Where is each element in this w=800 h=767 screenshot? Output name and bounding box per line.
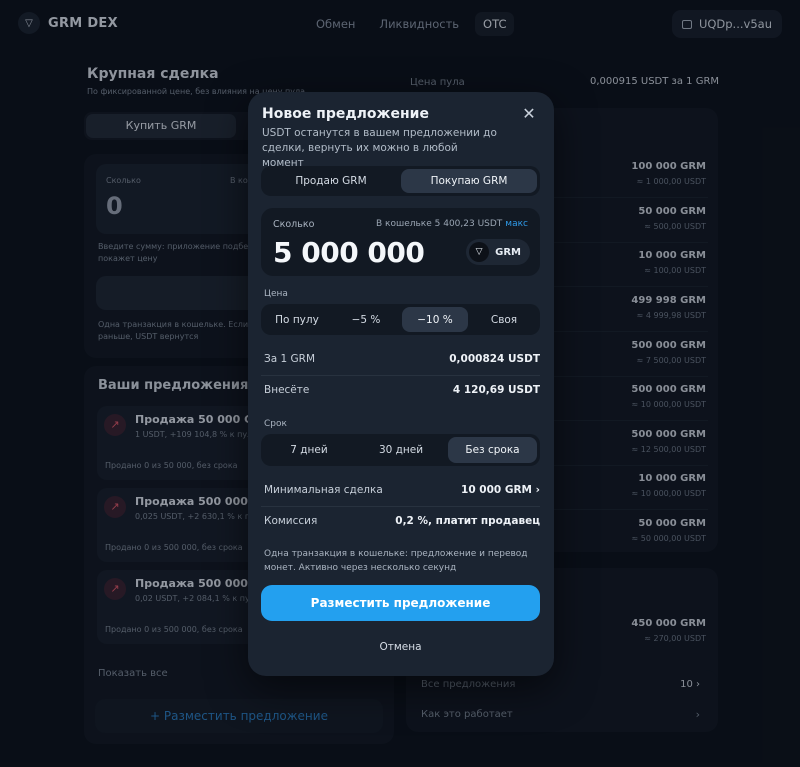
min-deal-label: Минимальная сделка bbox=[264, 484, 383, 496]
price-minus-10-option[interactable]: −10 % bbox=[402, 307, 468, 332]
max-button[interactable]: макс bbox=[505, 219, 528, 229]
term-30-days[interactable]: 30 дней bbox=[356, 437, 446, 463]
deposit-label: Внесёте bbox=[264, 384, 310, 396]
price-per-grm-value: 0,000824 USDT bbox=[449, 353, 540, 365]
price-per-grm-row: За 1 GRM 0,000824 USDT bbox=[264, 350, 540, 370]
mode-switch: Продаю GRM Покупаю GRM bbox=[261, 166, 540, 196]
divider bbox=[261, 375, 540, 376]
tab-buy-grm[interactable]: Покупаю GRM bbox=[401, 169, 537, 193]
close-icon[interactable]: ✕ bbox=[520, 105, 538, 123]
fee-label: Комиссия bbox=[264, 515, 318, 527]
price-switch: По пулу −5 % −10 % Своя bbox=[261, 304, 540, 335]
deposit-value: 4 120,69 USDT bbox=[452, 384, 540, 396]
term-label: Срок bbox=[264, 419, 287, 429]
price-minus-5-option[interactable]: −5 % bbox=[333, 307, 399, 332]
grm-token-icon: ▽ bbox=[469, 242, 490, 262]
price-per-grm-label: За 1 GRM bbox=[264, 353, 316, 365]
divider bbox=[261, 506, 540, 507]
wallet-balance: В кошельке 5 400,23 USDT макс bbox=[376, 219, 528, 229]
term-no-limit[interactable]: Без срока bbox=[448, 437, 537, 463]
deposit-row: Внесёте 4 120,69 USDT bbox=[264, 381, 540, 401]
fee-value: 0,2 %, платит продавец bbox=[395, 515, 540, 527]
term-7-days[interactable]: 7 дней bbox=[264, 437, 354, 463]
wallet-balance-text: В кошельке 5 400,23 USDT bbox=[375, 219, 503, 229]
min-deal-value: 10 000 GRM › bbox=[461, 484, 540, 496]
amount-input-box[interactable]: Сколько В кошельке 5 400,23 USDT макс 5 0… bbox=[261, 208, 540, 276]
transaction-note: Одна транзакция в кошельке: предложение … bbox=[264, 549, 528, 573]
amount-input[interactable]: 5 000 000 bbox=[273, 236, 425, 269]
min-deal-row[interactable]: Минимальная сделка 10 000 GRM › bbox=[264, 481, 540, 501]
price-label: Цена bbox=[264, 289, 288, 299]
token-selector[interactable]: ▽ GRM bbox=[466, 239, 530, 265]
tab-sell-grm[interactable]: Продаю GRM bbox=[264, 169, 398, 193]
modal-description: USDT останутся в вашем предложении до сд… bbox=[262, 127, 497, 169]
amount-label: Сколько bbox=[273, 219, 315, 230]
cancel-button[interactable]: Отмена bbox=[261, 636, 540, 658]
modal-title: Новое предложение bbox=[262, 106, 429, 122]
submit-offer-button[interactable]: Разместить предложение bbox=[261, 585, 540, 621]
new-offer-modal: Новое предложение ✕ USDT останутся в ваш… bbox=[248, 92, 554, 676]
price-custom-option[interactable]: Своя bbox=[471, 307, 537, 332]
price-pool-option[interactable]: По пулу bbox=[264, 307, 330, 332]
term-switch: 7 дней 30 дней Без срока bbox=[261, 434, 540, 466]
token-symbol: GRM bbox=[495, 246, 521, 258]
fee-row: Комиссия 0,2 %, платит продавец bbox=[264, 512, 540, 532]
